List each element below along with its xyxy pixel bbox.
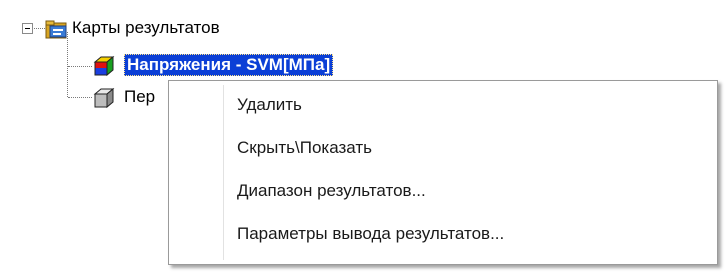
- context-menu: Удалить Скрыть\Показать Диапазон результ…: [168, 80, 718, 265]
- menu-item-results-range[interactable]: Диапазон результатов...: [173, 173, 713, 209]
- tree-connector-child-2: [68, 97, 92, 98]
- tree-root-label[interactable]: Карты результатов: [72, 17, 220, 39]
- tree-item-stress-map[interactable]: Напряжения - SVM[МПа]: [124, 54, 334, 76]
- tree-connector-child-1: [68, 66, 92, 67]
- tree-item-second-map[interactable]: Пер: [124, 86, 155, 108]
- stress-map-colored-cube-icon[interactable]: [92, 55, 115, 77]
- menu-item-hide-show[interactable]: Скрыть\Показать: [173, 130, 713, 166]
- menu-item-results-output-settings[interactable]: Параметры вывода результатов...: [173, 216, 713, 252]
- menu-item-delete[interactable]: Удалить: [173, 87, 713, 123]
- tree-collapse-icon[interactable]: [22, 23, 33, 34]
- folder-results-icon[interactable]: [45, 18, 67, 39]
- result-tree: Карты результатов Напряжения - SVM[МПа] …: [0, 0, 725, 272]
- displacement-map-gray-cube-icon[interactable]: [92, 87, 115, 109]
- tree-connector-root: [32, 28, 45, 29]
- tree-connector-vertical: [67, 32, 68, 97]
